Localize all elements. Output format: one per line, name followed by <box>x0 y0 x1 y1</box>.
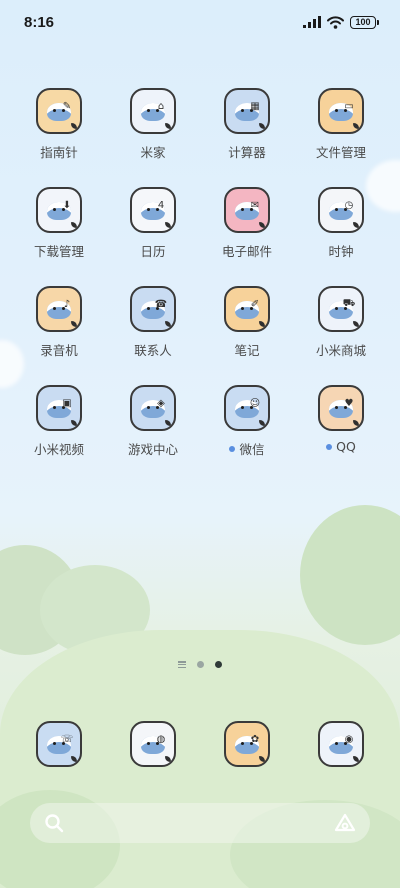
battery-icon: 100 <box>350 15 379 29</box>
app-icon-12[interactable]: ▣ <box>36 385 82 431</box>
app-5[interactable]: 4 日历 <box>106 187 200 260</box>
app-13[interactable]: ◈ 游戏中心 <box>106 385 200 458</box>
dock-app-1[interactable]: ◍ <box>106 721 200 767</box>
dock-app-icon-0[interactable]: ☏ <box>36 721 82 767</box>
page-dot-1[interactable] <box>197 661 204 668</box>
app-icon-11[interactable]: ⛟ <box>318 286 364 332</box>
app-11[interactable]: ⛟ 小米商城 <box>294 286 388 359</box>
app-label: 笔记 <box>234 343 260 358</box>
app-8[interactable]: ♪ 录音机 <box>12 286 106 359</box>
dock-app-0[interactable]: ☏ <box>12 721 106 767</box>
app-2[interactable]: ▦ 计算器 <box>200 88 294 161</box>
app-icon-0[interactable]: ✎ <box>36 88 82 134</box>
app-icon-13[interactable]: ◈ <box>130 385 176 431</box>
app-icon-14[interactable]: ☺ <box>224 385 270 431</box>
app-15[interactable]: ♥ QQ <box>294 385 388 458</box>
dock-app-icon-3[interactable]: ◉ <box>318 721 364 767</box>
app-9[interactable]: ☎ 联系人 <box>106 286 200 359</box>
app-icon-5[interactable]: 4 <box>130 187 176 233</box>
app-icon-7[interactable]: ◷ <box>318 187 364 233</box>
app-icon-10[interactable]: ✐ <box>224 286 270 332</box>
app-label: 微信 <box>239 442 265 457</box>
app-icon-1[interactable]: ⌂ <box>130 88 176 134</box>
app-label: 小米视频 <box>33 442 84 457</box>
wifi-icon <box>327 15 344 29</box>
app-icon-15[interactable]: ♥ <box>318 385 364 431</box>
app-icon-4[interactable]: ⬇ <box>36 187 82 233</box>
new-install-dot <box>229 445 236 452</box>
page-dot-2-active[interactable] <box>215 661 222 668</box>
app-7[interactable]: ◷ 时钟 <box>294 187 388 260</box>
dock-app-icon-1[interactable]: ◍ <box>130 721 176 767</box>
dock-app-3[interactable]: ◉ <box>294 721 388 767</box>
new-install-dot <box>326 443 333 450</box>
app-icon-8[interactable]: ♪ <box>36 286 82 332</box>
search-icon[interactable] <box>44 813 64 833</box>
dock: ☏ ◍ ✿ ◉ <box>12 721 388 767</box>
app-14[interactable]: ☺ 微信 <box>200 385 294 458</box>
status-bar: 8:16 100 <box>0 0 400 44</box>
app-icon-9[interactable]: ☎ <box>130 286 176 332</box>
app-label: QQ <box>336 439 356 454</box>
app-6[interactable]: ✉ 电子邮件 <box>200 187 294 260</box>
app-0[interactable]: ✎ 指南针 <box>12 88 106 161</box>
status-icons: 100 <box>303 15 379 29</box>
app-1[interactable]: ⌂ 米家 <box>106 88 200 161</box>
app-label: 米家 <box>140 145 166 160</box>
app-label: 文件管理 <box>315 145 366 160</box>
signal-icon <box>303 16 321 28</box>
app-label: 小米商城 <box>315 343 366 358</box>
app-label: 录音机 <box>40 343 78 358</box>
app-icon-3[interactable]: ▭ <box>318 88 364 134</box>
app-icon-6[interactable]: ✉ <box>224 187 270 233</box>
status-time: 8:16 <box>24 13 55 31</box>
app-grid: ✎ 指南针 ⌂ 米家 ▦ 计算器 ▭ 文件管理 ⬇ 下载管理 4 日历 ✉ 电子邮件 ◷ 时钟 ♪ 录音机 ☎ 联系人… <box>12 88 388 458</box>
app-3[interactable]: ▭ 文件管理 <box>294 88 388 161</box>
app-label: 指南针 <box>40 145 78 160</box>
assistant-icon[interactable] <box>334 813 356 833</box>
search-bar[interactable] <box>30 803 370 843</box>
app-10[interactable]: ✐ 笔记 <box>200 286 294 359</box>
app-drawer-list-icon[interactable] <box>178 661 186 668</box>
app-label: 日历 <box>140 244 166 259</box>
app-label: 游戏中心 <box>127 442 178 457</box>
app-12[interactable]: ▣ 小米视频 <box>12 385 106 458</box>
app-label: 时钟 <box>328 244 354 259</box>
app-label: 电子邮件 <box>221 244 272 259</box>
app-label: 计算器 <box>228 145 266 160</box>
app-label: 联系人 <box>134 343 172 358</box>
page-indicator[interactable] <box>0 661 400 668</box>
dock-app-icon-2[interactable]: ✿ <box>224 721 270 767</box>
app-label: 下载管理 <box>33 244 84 259</box>
app-4[interactable]: ⬇ 下载管理 <box>12 187 106 260</box>
dock-app-2[interactable]: ✿ <box>200 721 294 767</box>
app-icon-2[interactable]: ▦ <box>224 88 270 134</box>
